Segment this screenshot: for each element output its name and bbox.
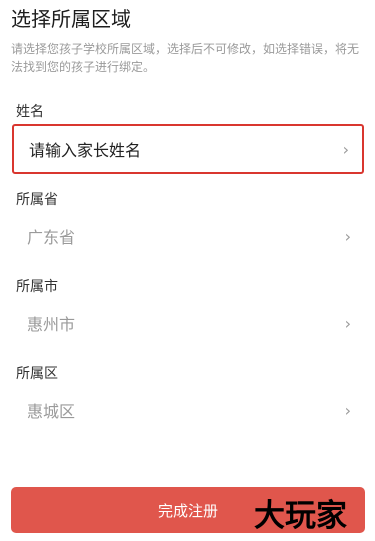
district-label: 所属区 <box>16 366 58 382</box>
city-select[interactable]: 惠州市 › <box>12 298 364 348</box>
chevron-right-icon: › <box>342 139 349 159</box>
name-label: 姓名 <box>16 104 44 120</box>
complete-registration-label: 完成注册 <box>157 501 218 520</box>
page-title: 选择所属区域 <box>11 7 131 31</box>
chevron-right-icon: › <box>344 400 351 420</box>
chevron-right-icon: › <box>344 226 351 246</box>
city-value: 惠州市 <box>27 315 76 334</box>
watermark: 大玩家 <box>254 498 347 534</box>
city-label: 所属市 <box>16 279 58 295</box>
province-select[interactable]: 广东省 › <box>12 211 364 261</box>
province-label: 所属省 <box>16 192 58 208</box>
name-field-value: 请输入家长姓名 <box>29 141 142 160</box>
name-field[interactable]: 请输入家长姓名 › <box>12 124 364 174</box>
province-value: 广东省 <box>27 228 76 247</box>
district-value: 惠城区 <box>27 402 76 421</box>
district-select[interactable]: 惠城区 › <box>12 385 364 435</box>
chevron-right-icon: › <box>344 313 351 333</box>
page-subtitle: 请选择您孩子学校所属区域，选择后不可修改，如选择错误，将无法找到您的孩子进行绑定… <box>11 42 360 74</box>
